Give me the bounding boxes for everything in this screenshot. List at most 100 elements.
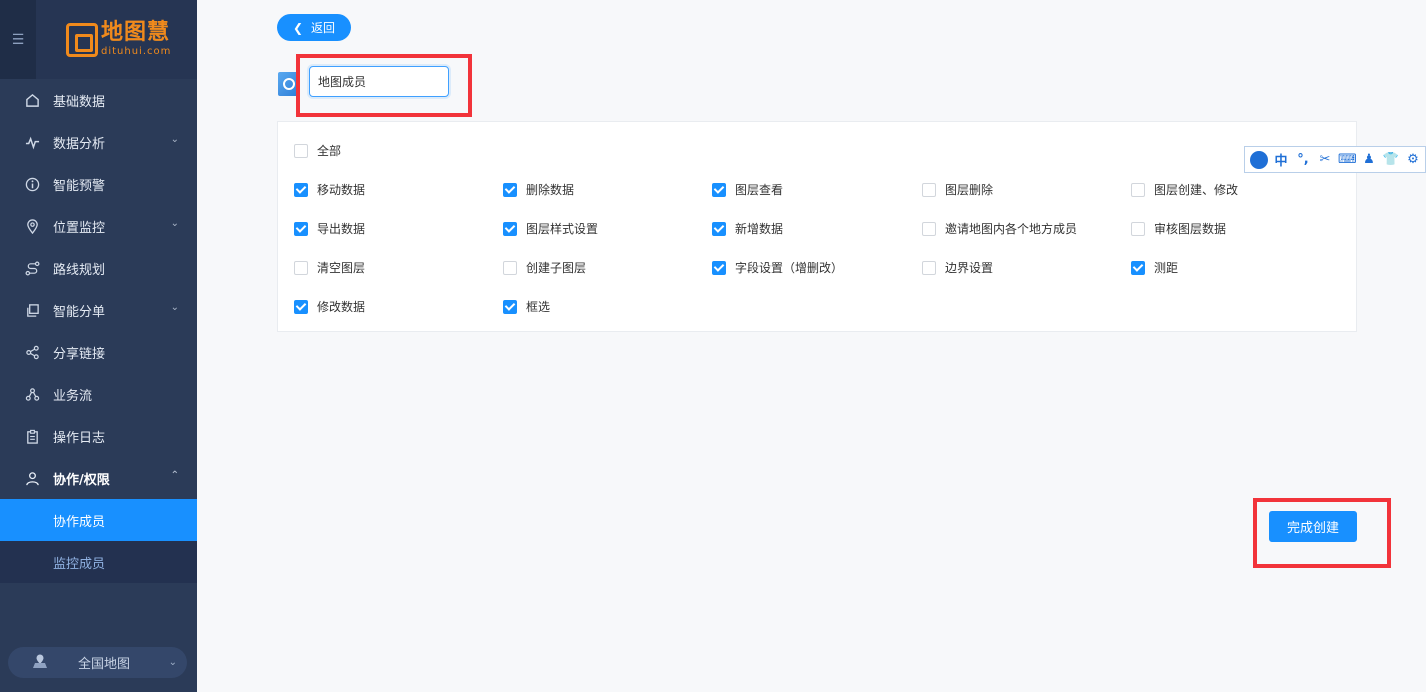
perm-all[interactable]: 全部 [294,142,341,159]
chevron-left-icon: ❮ [292,20,304,35]
perm-item[interactable]: 图层创建、修改 [1131,181,1238,198]
perm-item[interactable]: 清空图层 [294,259,365,276]
checkbox[interactable] [503,299,517,314]
chevron-up-icon: ⌃ [170,470,179,481]
checkbox[interactable] [294,182,308,197]
sidebar-item-share-link[interactable]: 分享链接 [0,331,197,373]
sidebar-item-label: 智能分单 [53,304,106,320]
ime-avatar-icon[interactable] [1250,150,1268,169]
keyboard-icon[interactable]: ⌨ [1338,152,1357,167]
sidebar-item-label: 分享链接 [53,346,106,362]
map-pin-icon [32,653,48,673]
chevron-down-icon: ⌄ [170,302,179,313]
perm-item[interactable]: 图层删除 [922,181,993,198]
perm-item[interactable]: 删除数据 [503,181,574,198]
perm-label: 邀请地图内各个地方成员 [945,222,1078,236]
perm-item[interactable]: 修改数据 [294,298,365,315]
checkbox[interactable] [922,182,936,197]
menu-toggle-icon[interactable]: ☰ [0,0,36,79]
perm-item[interactable]: 图层查看 [712,181,783,198]
sidebar-item-label: 路线规划 [53,262,106,278]
sidebar-item-label: 位置监控 [53,220,106,236]
sidebar-item-basic-data[interactable]: 基础数据 [0,79,197,121]
gear-icon[interactable]: ⚙ [1404,152,1422,167]
location-pin-icon [24,218,40,234]
perm-label: 框选 [526,300,551,314]
sidebar-item-operation-log[interactable]: 操作日志 [0,415,197,457]
perm-item[interactable]: 边界设置 [922,259,993,276]
checkbox[interactable] [1131,260,1145,275]
perm-label: 测距 [1154,261,1179,275]
sidebar: ☰ 地图慧 dituhui.com 基础数据 数据分析 ⌄ 智能预警 位置监控 … [0,0,197,692]
sidebar-item-smart-alert[interactable]: 智能预警 [0,163,197,205]
logo-mark-icon [66,22,98,57]
clipboard-icon [24,428,40,444]
perm-item[interactable]: 审核图层数据 [1131,220,1226,237]
ime-punct-toggle[interactable]: °, [1294,152,1312,167]
shirt-icon[interactable]: 👕 [1382,152,1400,167]
workflow-icon [24,386,40,402]
sidebar-item-smart-dispatch[interactable]: 智能分单 ⌄ [0,289,197,331]
perm-label: 修改数据 [317,300,366,314]
logo-en-text: dituhui.com [101,46,172,57]
home-icon [24,92,40,108]
perm-item[interactable]: 测距 [1131,259,1178,276]
checkbox[interactable] [294,260,308,275]
sidebar-item-route-planning[interactable]: 路线规划 [0,247,197,289]
chevron-down-icon: ⌄ [168,657,177,668]
route-icon [24,260,40,276]
info-icon [24,176,40,192]
checkbox[interactable] [712,260,726,275]
perm-item[interactable]: 字段设置（增删改） [712,259,843,276]
perm-item[interactable]: 邀请地图内各个地方成员 [922,220,1077,237]
scissors-icon[interactable]: ✂ [1316,152,1334,167]
chevron-down-icon: ⌄ [170,134,179,145]
sidebar-item-label: 智能预警 [53,178,106,194]
perm-label: 边界设置 [945,261,994,275]
perm-label: 新增数据 [735,222,784,236]
checkbox[interactable] [294,299,308,314]
checkbox[interactable] [294,221,308,236]
sidebar-subitem-monitor-members[interactable]: 监控成员 [0,541,197,583]
map-switch-dropdown[interactable]: 全国地图 ⌄ [8,647,187,678]
checkbox[interactable] [503,182,517,197]
chevron-down-icon: ⌄ [170,218,179,229]
back-button[interactable]: ❮ 返回 [277,14,351,41]
perm-item[interactable]: 创建子图层 [503,259,586,276]
perm-item[interactable]: 图层样式设置 [503,220,598,237]
perm-label: 字段设置（增删改） [735,261,844,275]
checkbox[interactable] [712,221,726,236]
checkbox[interactable] [503,221,517,236]
perm-label: 审核图层数据 [1154,222,1227,236]
highlight-box-name [296,54,472,117]
share-icon [24,344,40,360]
copy-icon [24,302,40,318]
sidebar-item-workflow[interactable]: 业务流 [0,373,197,415]
perm-item[interactable]: 新增数据 [712,220,783,237]
sidebar-item-location-monitor[interactable]: 位置监控 ⌄ [0,205,197,247]
perm-item[interactable]: 框选 [503,298,550,315]
checkbox[interactable] [922,260,936,275]
sidebar-item-collaboration[interactable]: 协作/权限 ⌃ [0,457,197,499]
logo: 地图慧 dituhui.com [66,22,171,57]
ime-toolbar: 中 °, ✂ ⌨ ♟ 👕 ⚙ [1244,146,1426,173]
perm-label: 图层创建、修改 [1154,183,1239,197]
checkbox[interactable] [294,143,308,158]
sidebar-subitem-collab-members[interactable]: 协作成员 [0,499,197,541]
map-switch-label: 全国地图 [78,657,131,672]
ime-mode-toggle[interactable]: 中 [1272,150,1290,169]
sidebar-item-label: 操作日志 [53,430,106,446]
checkbox[interactable] [1131,182,1145,197]
perm-item[interactable]: 移动数据 [294,181,365,198]
sidebar-item-data-analysis[interactable]: 数据分析 ⌄ [0,121,197,163]
checkbox[interactable] [712,182,726,197]
sidebar-subitem-label: 监控成员 [53,556,106,572]
checkbox[interactable] [922,221,936,236]
back-button-label: 返回 [311,21,336,35]
perm-label: 导出数据 [317,222,366,236]
perm-label: 创建子图层 [526,261,587,275]
perm-item[interactable]: 导出数据 [294,220,365,237]
checkbox[interactable] [1131,221,1145,236]
person-icon[interactable]: ♟ [1360,152,1378,167]
checkbox[interactable] [503,260,517,275]
